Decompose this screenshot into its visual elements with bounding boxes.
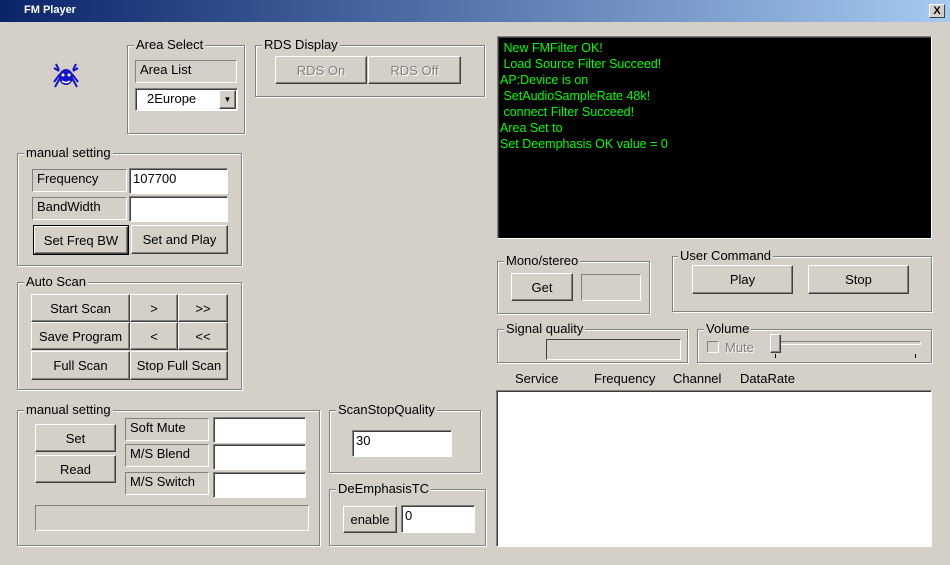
stop-button[interactable]: Stop [808, 265, 909, 294]
enable-button[interactable]: enable [343, 506, 397, 533]
signal-quality-label: Signal quality [504, 321, 586, 336]
auto-scan-label: Auto Scan [24, 274, 88, 289]
window-title: FM Player [24, 4, 76, 16]
log-line: connect Filter Succeed! [500, 105, 635, 119]
soft-mute-label: Soft Mute [125, 418, 209, 441]
rds-on-button[interactable]: RDS On [275, 56, 367, 84]
volume-tick [775, 354, 776, 358]
scan-stop-quality-label: ScanStopQuality [336, 402, 437, 417]
frequency-input[interactable]: 107700 [129, 168, 228, 194]
area-list-label: Area List [135, 60, 237, 83]
deemphasis-label: DeEmphasisTC [336, 481, 432, 496]
volume-slider-track[interactable] [775, 341, 921, 345]
scan-stop-quality-input[interactable]: 30 [352, 430, 452, 457]
log-console: New FMFilter OK! Load Source Filter Succ… [497, 36, 932, 239]
save-program-button[interactable]: Save Program [31, 322, 130, 350]
close-button[interactable]: X [929, 4, 945, 18]
set-and-play-button[interactable]: Set and Play [131, 225, 228, 254]
ms-switch-label: M/S Switch [125, 472, 209, 495]
log-line: Set Deemphasis OK value = 0 [500, 137, 668, 151]
start-scan-button[interactable]: Start Scan [31, 294, 130, 322]
ms-blend-label: M/S Blend [125, 444, 209, 467]
mono-stereo-label: Mono/stereo [504, 253, 581, 268]
title-bar [0, 0, 950, 22]
mute-label: Mute [725, 340, 754, 355]
bandwidth-label: BandWidth [32, 197, 127, 220]
status-field [35, 505, 309, 531]
column-header-service[interactable]: Service [515, 371, 558, 386]
log-line: SetAudioSampleRate 48k! [500, 89, 651, 103]
frequency-label: Frequency [32, 169, 127, 192]
stop-full-scan-button[interactable]: Stop Full Scan [130, 351, 228, 380]
manual-setting-label-2: manual setting [24, 402, 113, 417]
play-button[interactable]: Play [692, 265, 793, 294]
column-header-channel[interactable]: Channel [673, 371, 721, 386]
log-line: New FMFilter OK! [500, 41, 603, 55]
realtek-crab-icon [50, 60, 82, 92]
next-button[interactable]: > [130, 294, 178, 322]
volume-label: Volume [704, 321, 752, 336]
mono-stereo-status [581, 274, 641, 301]
ms-blend-input[interactable] [213, 444, 306, 470]
rds-off-button[interactable]: RDS Off [368, 56, 461, 84]
mute-checkbox[interactable] [707, 341, 719, 353]
chevron-down-icon[interactable]: ▼ [219, 90, 236, 109]
prev-button[interactable]: < [130, 322, 178, 350]
log-line: Area Set to [500, 121, 563, 135]
area-dropdown-value: 2Europe [147, 91, 197, 106]
station-list[interactable] [496, 390, 932, 547]
manual-setting-label: manual setting [24, 145, 113, 160]
fast-next-button[interactable]: >> [178, 294, 228, 322]
full-scan-button[interactable]: Full Scan [31, 351, 130, 380]
read-button[interactable]: Read [35, 455, 116, 483]
ms-switch-input[interactable] [213, 472, 306, 498]
user-command-label: User Command [678, 248, 774, 263]
column-header-datarate[interactable]: DataRate [740, 371, 795, 386]
set-button[interactable]: Set [35, 424, 116, 452]
volume-tick [915, 354, 916, 358]
set-freq-bw-button[interactable]: Set Freq BW [34, 226, 128, 254]
get-button[interactable]: Get [511, 273, 573, 301]
rds-display-label: RDS Display [262, 37, 340, 52]
soft-mute-input[interactable] [213, 417, 306, 443]
log-line: AP:Device is on [500, 73, 589, 87]
area-select-label: Area Select [134, 37, 206, 52]
volume-slider-thumb[interactable] [770, 334, 781, 353]
signal-quality-bar [546, 339, 681, 360]
log-line: Load Source Filter Succeed! [500, 57, 662, 71]
bandwidth-input[interactable] [129, 196, 228, 222]
deemphasis-input[interactable]: 0 [401, 505, 475, 533]
column-header-frequency[interactable]: Frequency [594, 371, 655, 386]
fast-prev-button[interactable]: << [178, 322, 228, 350]
